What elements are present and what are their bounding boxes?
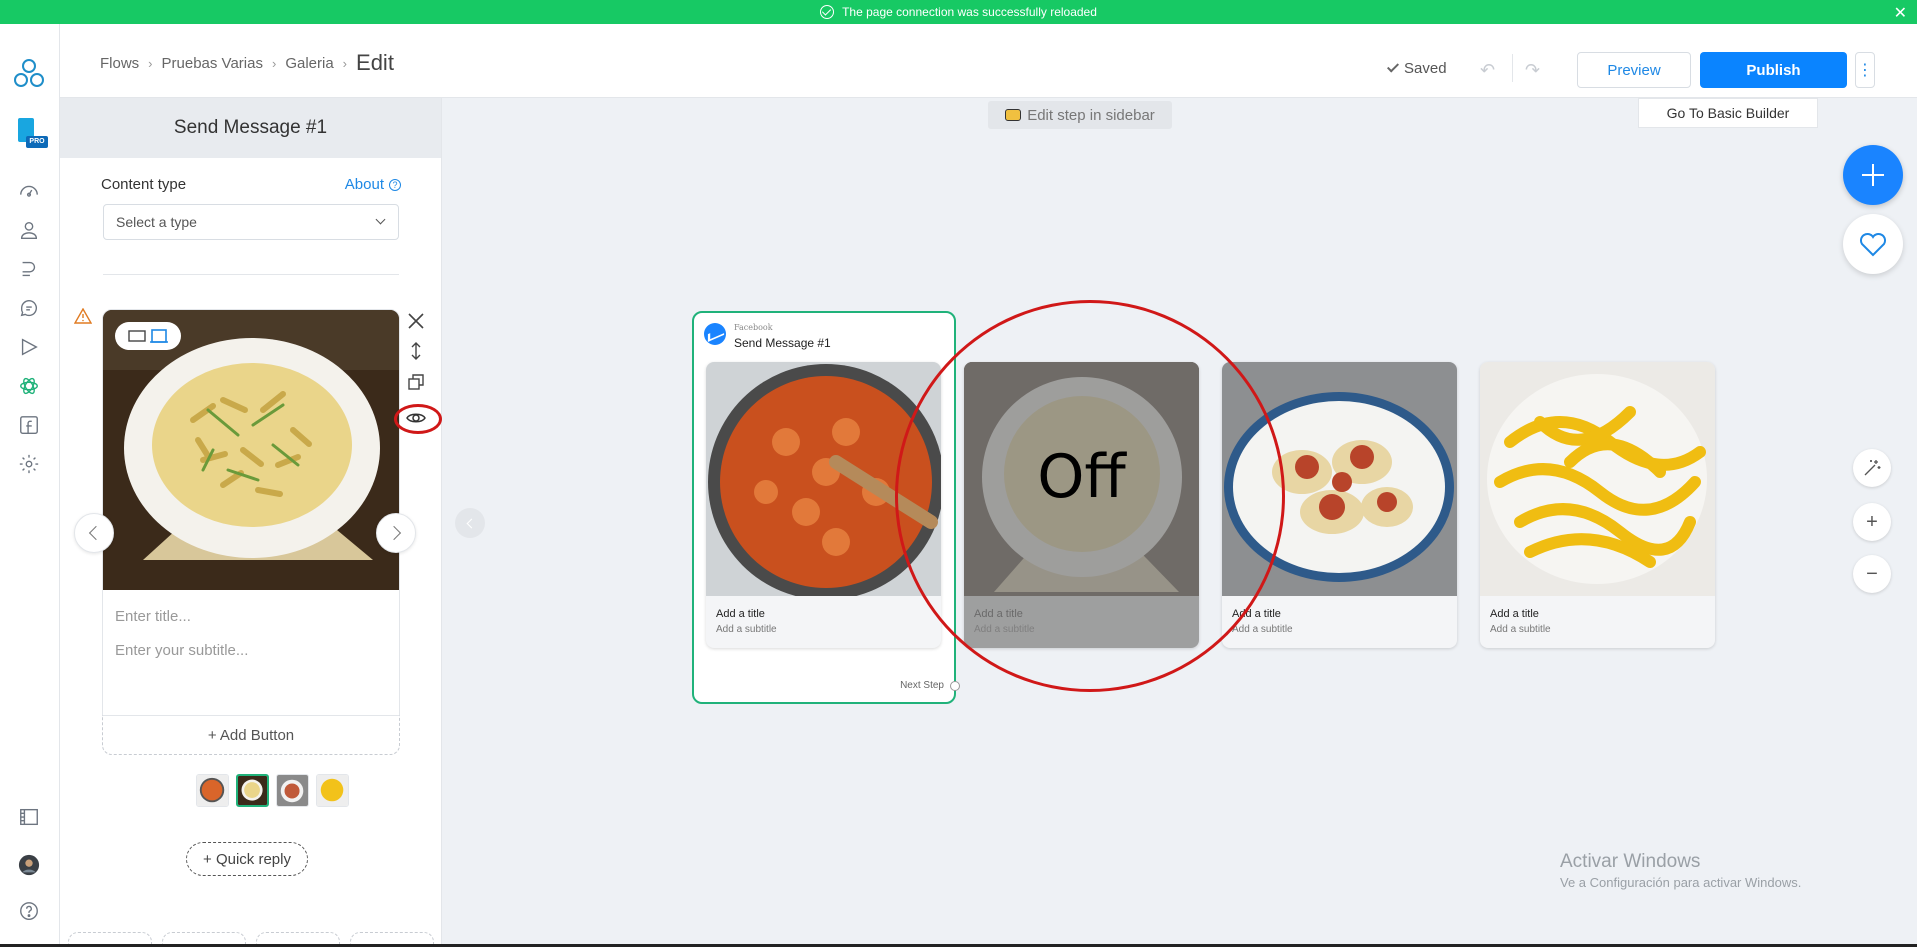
- saved-label: Saved: [1404, 60, 1447, 77]
- chevron-down-icon: [375, 214, 386, 225]
- zoom-out-button[interactable]: −: [1853, 555, 1891, 593]
- windows-activation-watermark: Activar Windows Ve a Configuración para …: [1560, 851, 1801, 890]
- content-type-select[interactable]: Select a type: [103, 204, 399, 240]
- node-name: Send Message #1: [734, 336, 831, 350]
- card-image: [1480, 362, 1715, 596]
- breadcrumb-separator-icon: ›: [148, 55, 153, 71]
- card-subtitle: Add a subtitle: [1232, 624, 1293, 635]
- preview-button[interactable]: Preview: [1577, 52, 1691, 88]
- dashboard-icon[interactable]: [16, 178, 42, 204]
- heart-icon: [1859, 232, 1887, 257]
- gallery-card[interactable]: Add a title Add a subtitle: [1480, 362, 1715, 648]
- banner-message: The page connection was successfully rel…: [842, 5, 1097, 19]
- off-label: Off: [1037, 442, 1126, 512]
- undo-icon[interactable]: ↶: [1480, 60, 1495, 81]
- zoom-in-button[interactable]: +: [1853, 503, 1891, 541]
- breadcrumb-separator-icon: ›: [342, 55, 348, 71]
- favorites-button[interactable]: [1843, 214, 1903, 274]
- breadcrumb-flows[interactable]: Flows: [100, 55, 139, 72]
- about-link[interactable]: About ?: [345, 176, 401, 193]
- node-source: Facebook: [734, 323, 773, 332]
- duplicate-icon[interactable]: [404, 370, 428, 394]
- sidebar-title: Send Message #1: [60, 98, 441, 158]
- add-button[interactable]: + Add Button: [102, 715, 400, 755]
- check-circle-icon: [820, 5, 835, 19]
- magic-wand-icon: [1864, 460, 1881, 476]
- chevron-left-icon: [88, 525, 104, 541]
- divider: [103, 274, 399, 275]
- next-card-button[interactable]: [376, 513, 416, 553]
- audience-icon[interactable]: [16, 217, 42, 243]
- step-editor-sidebar: Send Message #1 Content type About ? Sel…: [60, 98, 442, 947]
- left-rail: PRO: [0, 24, 60, 947]
- edit-hint: Edit step in sidebar: [988, 101, 1172, 129]
- saved-status: Saved: [1386, 60, 1447, 77]
- top-header: Flows › Pruebas Varias › Galeria › Edit …: [60, 24, 1917, 98]
- broadcast-icon[interactable]: [16, 334, 42, 360]
- redo-icon[interactable]: ↷: [1525, 60, 1540, 81]
- card-subtitle: Add a subtitle: [1490, 624, 1551, 635]
- breadcrumb-folder[interactable]: Pruebas Varias: [162, 55, 263, 72]
- facebook-icon[interactable]: [16, 412, 42, 438]
- square-icon[interactable]: [150, 329, 168, 343]
- collapse-sidebar-button[interactable]: [455, 508, 485, 538]
- previous-card-button[interactable]: [74, 513, 114, 553]
- close-icon[interactable]: [404, 309, 428, 333]
- publish-button[interactable]: Publish: [1700, 52, 1847, 88]
- messenger-icon: [704, 323, 726, 345]
- card-thumbnails: [196, 774, 349, 807]
- pro-label: PRO: [26, 136, 48, 148]
- warning-icon: [74, 308, 92, 324]
- help-icon[interactable]: [16, 898, 42, 924]
- avatar[interactable]: [16, 852, 42, 878]
- chevron-right-icon: [386, 525, 402, 541]
- select-placeholder: Select a type: [116, 214, 197, 230]
- magic-wand-button[interactable]: [1853, 449, 1891, 487]
- page-title: Edit: [356, 50, 394, 75]
- next-step-port[interactable]: [950, 681, 960, 691]
- automation-icon[interactable]: [16, 256, 42, 282]
- breadcrumb-flow[interactable]: Galeria: [285, 55, 333, 72]
- growth-tools-icon[interactable]: [16, 373, 42, 399]
- thumbnail-penne[interactable]: [236, 774, 269, 807]
- logo-icon[interactable]: [12, 56, 46, 90]
- annotation-circle: [394, 404, 442, 434]
- breadcrumb-separator-icon: ›: [271, 55, 277, 71]
- card-title: Add a title: [716, 608, 765, 620]
- thumbnail-fusilli[interactable]: [196, 774, 229, 807]
- chevron-left-icon: [466, 518, 477, 528]
- next-step-label: Next Step: [900, 680, 944, 691]
- content-type-label: Content type: [101, 176, 187, 193]
- card-title-input[interactable]: Enter title...: [115, 608, 191, 625]
- pro-badge-icon[interactable]: PRO: [14, 118, 48, 152]
- live-chat-icon[interactable]: [16, 295, 42, 321]
- close-icon[interactable]: ✕: [1894, 3, 1907, 23]
- reorder-icon[interactable]: [404, 339, 428, 363]
- thumbnail-tagliatelle[interactable]: [316, 774, 349, 807]
- card-title: Add a title: [1490, 608, 1539, 620]
- divider: [1512, 54, 1513, 82]
- quick-reply-button[interactable]: + Quick reply: [186, 842, 308, 876]
- edit-hint-label: Edit step in sidebar: [1027, 106, 1155, 124]
- card-subtitle-input[interactable]: Enter your subtitle...: [115, 642, 248, 659]
- card-subtitle: Add a subtitle: [716, 624, 777, 635]
- settings-icon[interactable]: [16, 451, 42, 477]
- landscape-icon[interactable]: [128, 329, 146, 343]
- breadcrumb: Flows › Pruebas Varias › Galeria › Edit: [100, 50, 394, 76]
- watermark-subtitle: Ve a Configuración para activar Windows.: [1560, 875, 1802, 890]
- watermark-title: Activar Windows: [1560, 851, 1701, 872]
- basic-builder-button[interactable]: Go To Basic Builder: [1638, 98, 1818, 128]
- aspect-ratio-toggle[interactable]: [115, 322, 181, 350]
- thumbnail-ravioli[interactable]: [276, 774, 309, 807]
- more-options-icon[interactable]: ⋮: [1855, 52, 1875, 88]
- check-icon: [1386, 60, 1400, 73]
- connection-banner: The page connection was successfully rel…: [0, 0, 1917, 24]
- templates-icon[interactable]: [16, 804, 42, 830]
- about-label: About: [344, 176, 384, 193]
- question-icon: ?: [389, 178, 401, 191]
- pointing-hand-icon: [1005, 109, 1022, 121]
- card-image[interactable]: [103, 310, 400, 590]
- gallery-card-editor: Enter title... Enter your subtitle...: [102, 309, 400, 755]
- add-step-button[interactable]: [1843, 145, 1903, 205]
